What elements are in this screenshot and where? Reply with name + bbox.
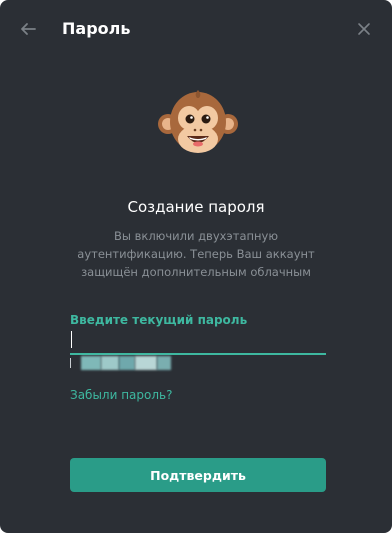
password-field-label: Введите текущий пароль bbox=[70, 313, 248, 327]
password-hint-blurred bbox=[70, 355, 182, 371]
description-text: Вы включили двухэтапную аутентификацию. … bbox=[77, 229, 315, 279]
dialog-header: Пароль bbox=[0, 0, 392, 58]
close-icon bbox=[358, 23, 370, 35]
password-field-wrapper bbox=[70, 328, 326, 355]
confirm-button[interactable]: Подтвердить bbox=[70, 458, 326, 492]
password-dialog: Пароль Создание пароля Вы включили двухэ… bbox=[0, 0, 392, 533]
page-heading: Создание пароля bbox=[127, 198, 265, 216]
forgot-password-link[interactable]: Забыли пароль? bbox=[70, 387, 172, 403]
monkey-emoji-icon bbox=[158, 90, 238, 153]
password-input[interactable] bbox=[70, 328, 326, 352]
text-caret bbox=[71, 331, 72, 348]
dialog-title: Пароль bbox=[62, 19, 131, 38]
close-button[interactable] bbox=[350, 15, 378, 43]
arrow-left-icon bbox=[21, 23, 36, 35]
back-button[interactable] bbox=[14, 15, 42, 43]
